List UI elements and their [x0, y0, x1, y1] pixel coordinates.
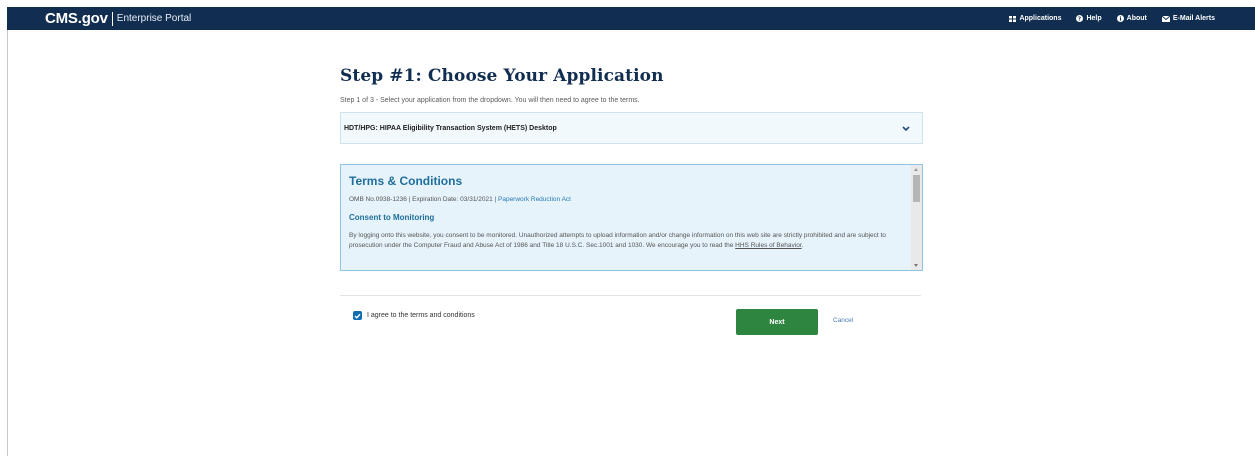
- agree-terms-label[interactable]: I agree to the terms and conditions: [367, 312, 475, 319]
- brand-divider: [111, 11, 113, 26]
- question-circle-icon: ?: [1076, 15, 1084, 22]
- paperwork-reduction-link[interactable]: Paperwork Reduction Act: [498, 196, 571, 203]
- brand-name: CMS.gov: [45, 10, 108, 27]
- consent-end: .: [801, 242, 804, 249]
- terms-panel[interactable]: Terms & Conditions OMB No.0938-1236 | Ex…: [340, 164, 923, 271]
- omb-text: OMB No.0938-1236 | Expiration Date: 03/3…: [349, 196, 498, 203]
- info-circle-icon: [1116, 15, 1124, 22]
- nav-about-label: About: [1126, 15, 1147, 22]
- svg-text:?: ?: [1078, 17, 1081, 22]
- scroll-thumb[interactable]: [913, 175, 920, 202]
- terms-content: Terms & Conditions OMB No.0938-1236 | Ex…: [349, 165, 907, 251]
- application-select-value: HDT/HPG: HIPAA Eligibility Transaction S…: [344, 124, 557, 132]
- consent-heading: Consent to Monitoring: [349, 213, 435, 222]
- page: CMS.gov Enterprise Portal Applications ?…: [0, 0, 1255, 456]
- nav-applications-label: Applications: [1019, 15, 1062, 22]
- nav-help-label: Help: [1086, 15, 1102, 22]
- step-instructions: Step 1 of 3 - Select your application fr…: [340, 97, 640, 104]
- scroll-down-arrow-icon[interactable]: [914, 264, 918, 267]
- scroll-up-arrow-icon[interactable]: [914, 168, 918, 171]
- nav-email-alerts-label: E-Mail Alerts: [1172, 15, 1215, 22]
- checkbox-checked-icon[interactable]: [353, 311, 362, 320]
- portal-name: Enterprise Portal: [116, 13, 192, 24]
- next-button[interactable]: Next: [736, 309, 818, 335]
- cancel-link[interactable]: Cancel: [833, 317, 853, 324]
- nav-help[interactable]: ? Help: [1076, 15, 1102, 22]
- terms-scrollbar[interactable]: [911, 165, 922, 270]
- nav-applications[interactable]: Applications: [1009, 15, 1061, 22]
- terms-heading: Terms & Conditions: [349, 174, 463, 188]
- divider: [340, 295, 921, 296]
- agree-terms-checkbox[interactable]: I agree to the terms and conditions: [353, 311, 475, 320]
- consent-text: By logging onto this website, you consen…: [349, 232, 886, 249]
- consent-text-block: By logging onto this website, you consen…: [349, 231, 907, 251]
- envelope-icon: [1161, 15, 1170, 22]
- page-title: Step #1: Choose Your Application: [340, 66, 664, 86]
- nav-email-alerts[interactable]: E-Mail Alerts: [1161, 15, 1215, 22]
- top-header: CMS.gov Enterprise Portal Applications ?…: [7, 7, 1255, 30]
- hhs-rules-link[interactable]: HHS Rules of Behavior: [735, 242, 801, 249]
- omb-info: OMB No.0938-1236 | Expiration Date: 03/3…: [349, 196, 907, 203]
- header-nav: Applications ? Help About E-Mail Alerts: [994, 15, 1215, 22]
- main-content: Step #1: Choose Your Application Step 1 …: [340, 66, 923, 335]
- grid-icon: [1009, 15, 1017, 22]
- nav-about[interactable]: About: [1116, 15, 1147, 22]
- application-select[interactable]: HDT/HPG: HIPAA Eligibility Transaction S…: [340, 112, 923, 144]
- page-border: [7, 30, 8, 456]
- chevron-down-icon: [902, 125, 910, 131]
- brand-logo[interactable]: CMS.gov Enterprise Portal: [45, 10, 191, 27]
